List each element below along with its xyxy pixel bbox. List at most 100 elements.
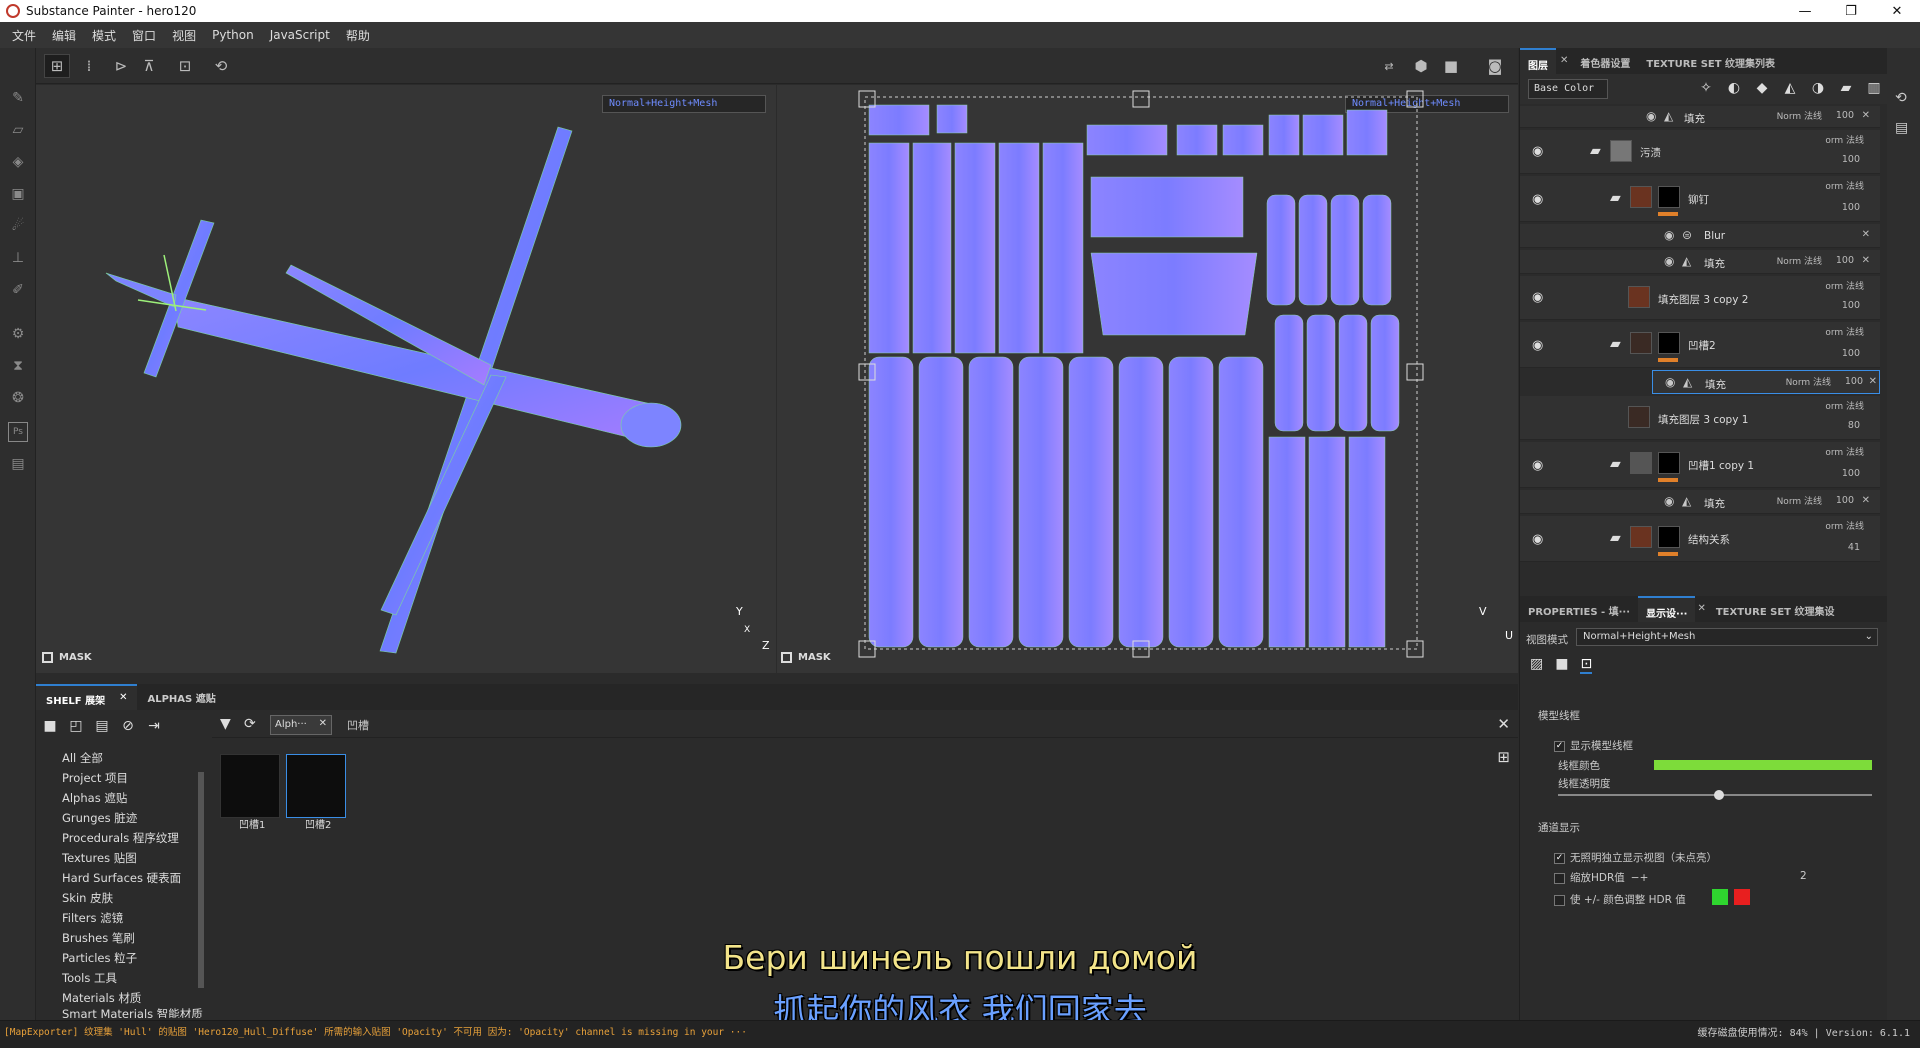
close-icon[interactable]: ✕ <box>1497 715 1510 733</box>
channel-dropdown[interactable]: Base Color <box>1528 79 1608 99</box>
layer-opacity[interactable]: 100 <box>1845 376 1863 387</box>
eye-icon[interactable]: ◉ <box>1532 144 1543 159</box>
layer-row[interactable]: ◉ ▰ 凹槽1 copy 1 orm 法线 100 <box>1520 442 1880 488</box>
polygon-fill-icon[interactable]: ▣ <box>8 184 28 204</box>
category-item[interactable]: Hard Surfaces 硬表面 <box>62 868 203 888</box>
layer-blend[interactable]: orm 法线 <box>1825 278 1864 296</box>
eye-icon[interactable]: ◉ <box>1532 192 1543 207</box>
layer-blend[interactable]: orm 法线 <box>1825 324 1864 342</box>
slider-handle[interactable] <box>1714 790 1724 800</box>
layer-row[interactable]: ◉ ◭ 填充 Norm 法线 100 ✕ <box>1520 106 1880 128</box>
clone-stamp-icon[interactable]: ⊥ <box>8 248 28 268</box>
delete-layer-icon[interactable]: ▥ <box>1864 80 1884 98</box>
category-item[interactable]: All 全部 <box>62 748 203 768</box>
layer-blend[interactable]: Norm 法线 <box>1777 108 1822 126</box>
viewport-2d-uv[interactable]: Normal+Height+Mesh V U MASK <box>777 85 1518 673</box>
tab-shelf[interactable]: SHELF 展架 ✕ <box>36 684 138 710</box>
hdr-plus-color-swatch[interactable] <box>1712 889 1728 905</box>
eye-icon[interactable]: ◉ <box>1646 109 1656 123</box>
close-icon[interactable]: ✕ <box>1869 376 1877 387</box>
tab-texture-set-list[interactable]: TEXTURE SET 纹理集列表 <box>1638 48 1783 74</box>
grid-size-icon[interactable]: ⊞ <box>1497 748 1510 766</box>
unlit-checkbox[interactable]: ✓ 无照明独立显示视图（未点亮） <box>1554 850 1717 865</box>
projection-icon[interactable]: ◈ <box>8 152 28 172</box>
menu-javascript[interactable]: JavaScript <box>262 28 338 42</box>
grid-view-icon[interactable]: ⊞ <box>44 54 70 78</box>
eye-icon[interactable]: ◉ <box>1532 290 1543 305</box>
effect-row[interactable]: ◉ ◭ 填充 Norm 法线 100 ✕ <box>1520 490 1880 514</box>
category-item[interactable]: Filters 滤镜 <box>62 908 203 928</box>
layer-row[interactable]: ◉ ▰ 凹槽2 orm 法线 100 <box>1520 322 1880 368</box>
view-mode-dropdown[interactable]: Normal+Height+Mesh ⌄ <box>1576 628 1878 646</box>
log-icon[interactable]: ▤ <box>1895 120 1908 136</box>
menu-help[interactable]: 帮助 <box>338 27 378 44</box>
close-icon[interactable]: ✕ <box>1862 495 1870 506</box>
paint-brush-icon[interactable]: ✎ <box>8 88 28 108</box>
close-icon[interactable]: ✕ <box>1862 229 1870 240</box>
camera-settings-icon[interactable]: ■ <box>1555 656 1568 674</box>
alpha-thumbnail[interactable]: 凹槽1 <box>220 754 280 831</box>
layer-opacity[interactable]: 100 <box>1842 300 1860 311</box>
layer-row[interactable]: ◉ ▰ 结构关系 orm 法线 41 <box>1520 516 1880 562</box>
layer-opacity[interactable]: 41 <box>1848 542 1860 553</box>
mask-toggle-2d[interactable]: MASK <box>781 652 831 663</box>
tile-view-icon[interactable]: ⁞ <box>76 54 102 78</box>
filter-icon[interactable]: ▼ <box>220 716 231 732</box>
cube-view-icon[interactable]: ⬢ <box>1408 54 1434 78</box>
add-mask-icon[interactable]: ◐ <box>1724 80 1744 98</box>
layer-blend[interactable]: orm 法线 <box>1825 444 1864 462</box>
reset-camera-icon[interactable]: ⟲ <box>208 54 234 78</box>
folder-icon[interactable]: ■ <box>40 716 60 736</box>
layer-blend[interactable]: Norm 法线 <box>1786 374 1831 392</box>
layer-blend[interactable]: Norm 法线 <box>1777 493 1822 511</box>
fit-icon[interactable]: ⊡ <box>172 54 198 78</box>
layer-blend[interactable]: Norm 法线 <box>1777 253 1822 271</box>
plugin-icon[interactable]: ❂ <box>8 388 28 408</box>
eye-icon[interactable]: ◉ <box>1665 375 1675 389</box>
menu-file[interactable]: 文件 <box>4 27 44 44</box>
save-icon[interactable]: ▤ <box>92 716 112 736</box>
fill-layer-icon[interactable]: ◭ <box>1780 80 1800 98</box>
menu-edit[interactable]: 编辑 <box>44 27 84 44</box>
display-settings-icon[interactable]: ⊡ <box>1580 656 1593 674</box>
camera-icon[interactable]: ■ <box>1438 54 1464 78</box>
close-icon[interactable]: ✕ <box>1862 255 1870 266</box>
add-layer-icon[interactable]: ◆ <box>1752 80 1772 98</box>
layer-blend[interactable]: orm 法线 <box>1825 398 1864 416</box>
screenshot-icon[interactable]: ◙ <box>1482 54 1508 78</box>
layer-opacity[interactable]: 100 <box>1842 348 1860 359</box>
category-item[interactable]: Procedurals 程序纹理 <box>62 828 203 848</box>
minimize-button[interactable]: — <box>1782 0 1828 22</box>
layer-blend[interactable]: orm 法线 <box>1825 178 1864 196</box>
import-icon[interactable]: ⇥ <box>144 716 164 736</box>
mask-toggle-3d[interactable]: MASK <box>42 652 92 663</box>
alpha-thumbnail[interactable]: 凹槽2 <box>286 754 346 831</box>
tab-properties[interactable]: PROPERTIES - 填··· <box>1520 596 1638 622</box>
show-wireframe-checkbox[interactable]: ✓ 显示模型线框 <box>1554 738 1633 753</box>
close-icon[interactable]: ✕ <box>1556 48 1572 74</box>
maximize-button[interactable]: ❐ <box>1828 0 1874 22</box>
layer-opacity[interactable]: 100 <box>1842 468 1860 479</box>
hdr-stepper[interactable]: −+ <box>1631 872 1649 884</box>
color-picker-icon[interactable]: ✐ <box>8 280 28 300</box>
eye-icon[interactable]: ◉ <box>1664 228 1674 242</box>
smart-material-icon[interactable]: ◑ <box>1808 80 1828 98</box>
close-button[interactable]: ✕ <box>1874 0 1920 22</box>
eye-icon[interactable]: ◉ <box>1532 338 1543 353</box>
effect-row-selected[interactable]: ◉ ◭ 填充 Norm 法线 100 ✕ <box>1652 370 1880 394</box>
hdr-scale-checkbox[interactable]: 缩放HDR值 −+ <box>1554 870 1648 885</box>
close-icon[interactable]: ✕ <box>119 692 127 704</box>
menu-view[interactable]: 视图 <box>164 27 204 44</box>
layer-opacity[interactable]: 100 <box>1842 154 1860 165</box>
layer-row[interactable]: 填充图层 3 copy 1 orm 法线 80 <box>1520 396 1880 440</box>
add-effect-icon[interactable]: ✧ <box>1696 80 1716 98</box>
layer-row[interactable]: ◉ ▰ 污渍 orm 法线 100 <box>1520 130 1880 174</box>
effect-row[interactable]: ◉ ⊜ Blur ✕ <box>1520 224 1880 248</box>
layer-row[interactable]: ◉ 填充图层 3 copy 2 orm 法线 100 <box>1520 276 1880 320</box>
refresh-icon[interactable]: ⟳ <box>244 716 256 732</box>
layer-opacity[interactable]: 100 <box>1836 495 1854 506</box>
eye-icon[interactable]: ◉ <box>1664 494 1674 508</box>
effect-row[interactable]: ◉ ◭ 填充 Norm 法线 100 ✕ <box>1520 250 1880 274</box>
wire-opacity-slider[interactable] <box>1558 790 1872 800</box>
search-input[interactable]: 凹槽 <box>347 717 369 733</box>
